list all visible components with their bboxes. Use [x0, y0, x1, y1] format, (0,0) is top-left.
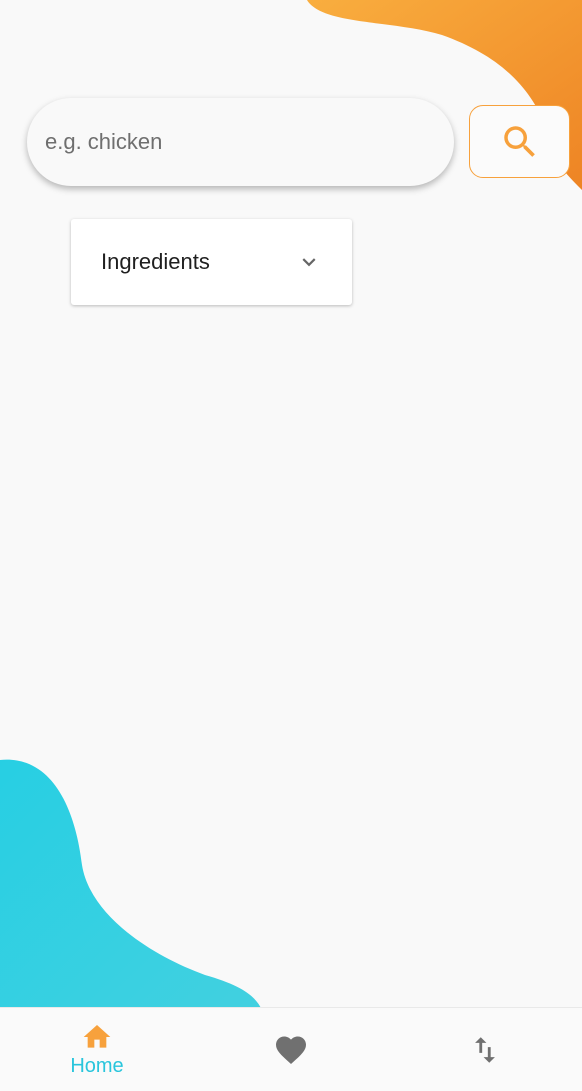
nav-item-home[interactable]: Home — [0, 1008, 194, 1091]
home-icon — [83, 1025, 111, 1048]
nav-item-swap[interactable] — [388, 1008, 582, 1091]
nav-item-home-label: Home — [70, 1055, 124, 1077]
dropdown-selected-label: Ingredients — [101, 249, 210, 274]
search-input[interactable] — [27, 98, 454, 186]
cyan-wave-decoration — [0, 759, 262, 1010]
chevron-down-icon — [302, 258, 316, 267]
nav-item-favorites[interactable] — [194, 1008, 388, 1091]
search-button[interactable] — [469, 105, 570, 178]
swap-vertical-icon — [475, 1036, 495, 1063]
ingredients-dropdown[interactable]: Ingredients — [71, 219, 352, 305]
search-field[interactable] — [27, 98, 454, 186]
bottom-navigation-bar: Home — [0, 1007, 582, 1091]
search-icon — [503, 125, 535, 157]
heart-icon — [276, 1036, 306, 1064]
